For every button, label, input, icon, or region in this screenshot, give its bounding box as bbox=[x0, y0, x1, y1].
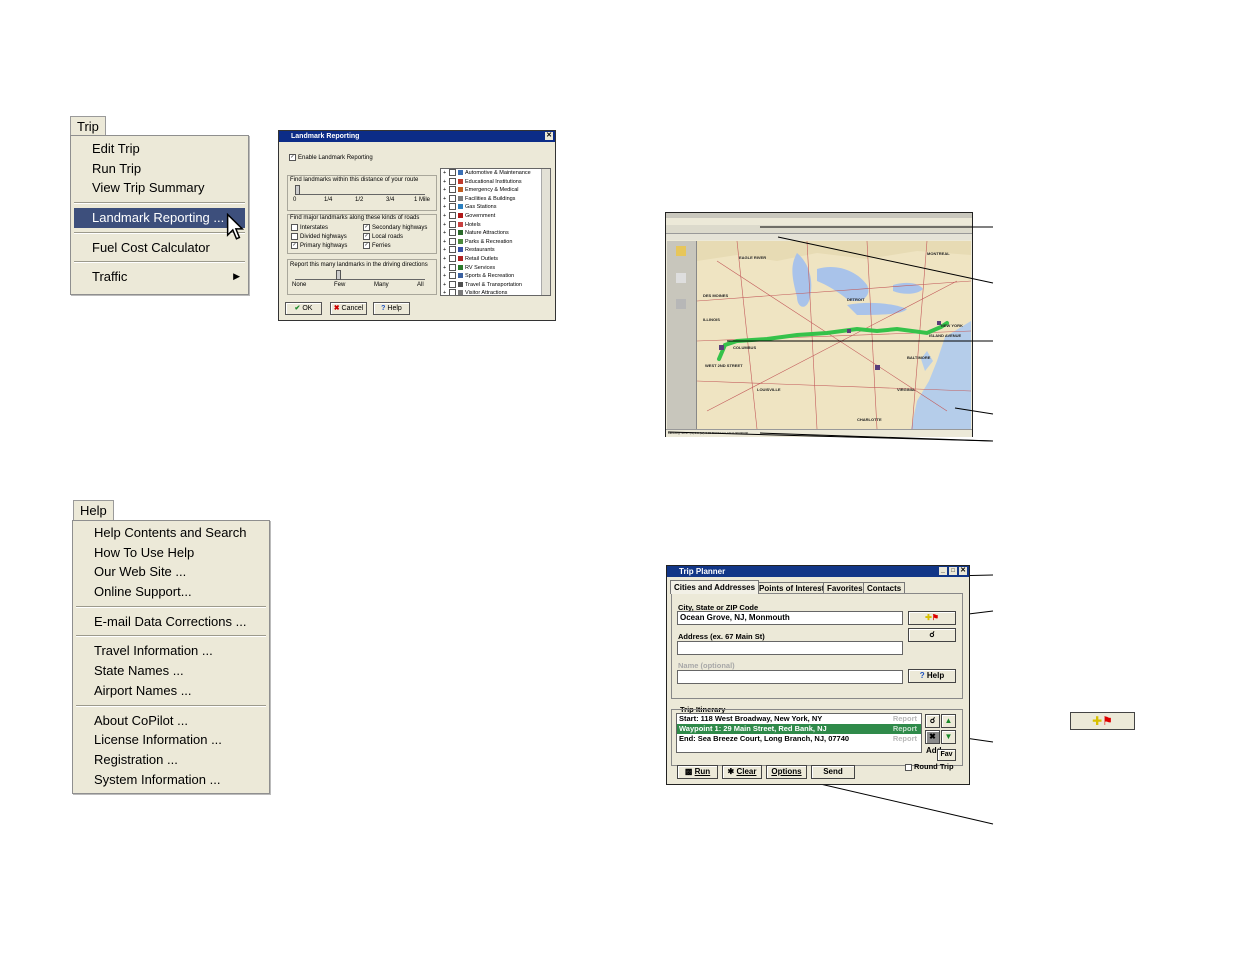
run-button[interactable]: ▩ Run bbox=[677, 765, 718, 779]
delete-stop-button[interactable]: ✖ bbox=[925, 730, 940, 744]
zoom-stop-button[interactable]: ☌ bbox=[925, 714, 940, 728]
trip-planner-title: Trip Planner bbox=[679, 567, 726, 576]
itinerary-row-selected[interactable]: Waypoint 1: 29 Main Street, Red Bank, NJ… bbox=[677, 724, 921, 734]
clear-icon: ✱ bbox=[727, 767, 735, 776]
report-link[interactable]: Report bbox=[893, 724, 917, 734]
itinerary-text: Start: 118 West Broadway, New York, NY bbox=[679, 714, 823, 723]
itinerary-row[interactable]: End: Sea Breeze Court, Long Branch, NJ, … bbox=[677, 734, 921, 744]
options-label: Options bbox=[771, 767, 802, 776]
plus-flag-icon: ✚ bbox=[1092, 714, 1103, 728]
add-stop-button-sample: ✚⚑ bbox=[1070, 712, 1135, 730]
move-up-button[interactable]: ▲ bbox=[941, 714, 956, 728]
delete-x-icon: ✖ bbox=[929, 732, 936, 741]
itinerary-text: Waypoint 1: 29 Main Street, Red Bank, NJ bbox=[679, 724, 827, 733]
close-icon[interactable]: ✕ bbox=[959, 567, 967, 575]
round-trip-label: Round Trip bbox=[914, 762, 954, 771]
red-flag-icon: ⚑ bbox=[1102, 714, 1113, 728]
send-label: Send bbox=[823, 767, 843, 776]
options-button[interactable]: Options bbox=[766, 765, 807, 779]
add-favorite-button[interactable]: Fav bbox=[937, 749, 956, 761]
run-label: Run bbox=[694, 767, 711, 776]
report-link[interactable]: Report bbox=[893, 714, 917, 724]
help-label: Help bbox=[926, 671, 945, 680]
itinerary-row[interactable]: Start: 118 West Broadway, New York, NY Re… bbox=[677, 714, 921, 724]
trip-planner-window: Trip Planner _ □ ✕ Cities and Addresses … bbox=[666, 565, 970, 785]
arrow-up-icon: ▲ bbox=[944, 716, 953, 725]
magnifier-icon: ☌ bbox=[929, 716, 936, 725]
trip-planner-titlebar: Trip Planner _ □ ✕ bbox=[667, 566, 969, 577]
move-down-button[interactable]: ▼ bbox=[941, 730, 956, 744]
minimize-icon[interactable]: _ bbox=[939, 567, 947, 575]
magnifier-icon: ☌ bbox=[929, 630, 935, 639]
arrow-down-icon: ▼ bbox=[944, 732, 953, 741]
map-callout-lines bbox=[667, 226, 994, 825]
traffic-light-icon: ▩ bbox=[684, 767, 693, 776]
send-button[interactable]: Send bbox=[811, 765, 855, 779]
address-label: Address (ex. 67 Main St) bbox=[678, 632, 765, 641]
plus-flag-icon: ✚ bbox=[925, 613, 932, 622]
name-label: Name (optional) bbox=[678, 661, 735, 670]
name-input[interactable] bbox=[677, 670, 903, 684]
clear-label: Clear bbox=[736, 767, 757, 776]
help-button[interactable]: ? Help bbox=[908, 669, 956, 683]
city-input[interactable]: Ocean Grove, NJ, Monmouth bbox=[677, 611, 903, 625]
maximize-icon[interactable]: □ bbox=[949, 567, 957, 575]
round-trip-checkbox[interactable]: Round Trip bbox=[905, 762, 954, 771]
itinerary-list[interactable]: Start: 118 West Broadway, New York, NY Re… bbox=[676, 713, 922, 753]
add-stop-button[interactable]: ✚⚑ bbox=[908, 611, 956, 625]
zoom-location-button[interactable]: ☌ bbox=[908, 628, 956, 642]
itinerary-text: End: Sea Breeze Court, Long Branch, NJ, … bbox=[679, 734, 850, 743]
address-input[interactable] bbox=[677, 641, 903, 655]
tab-cities-addresses[interactable]: Cities and Addresses bbox=[670, 580, 760, 594]
clear-button[interactable]: ✱ Clear bbox=[722, 765, 762, 779]
fav-label: Fav bbox=[940, 751, 953, 758]
report-link[interactable]: Report bbox=[893, 734, 917, 744]
help-question-icon: ? bbox=[919, 671, 925, 680]
red-flag-icon: ⚑ bbox=[931, 613, 939, 622]
